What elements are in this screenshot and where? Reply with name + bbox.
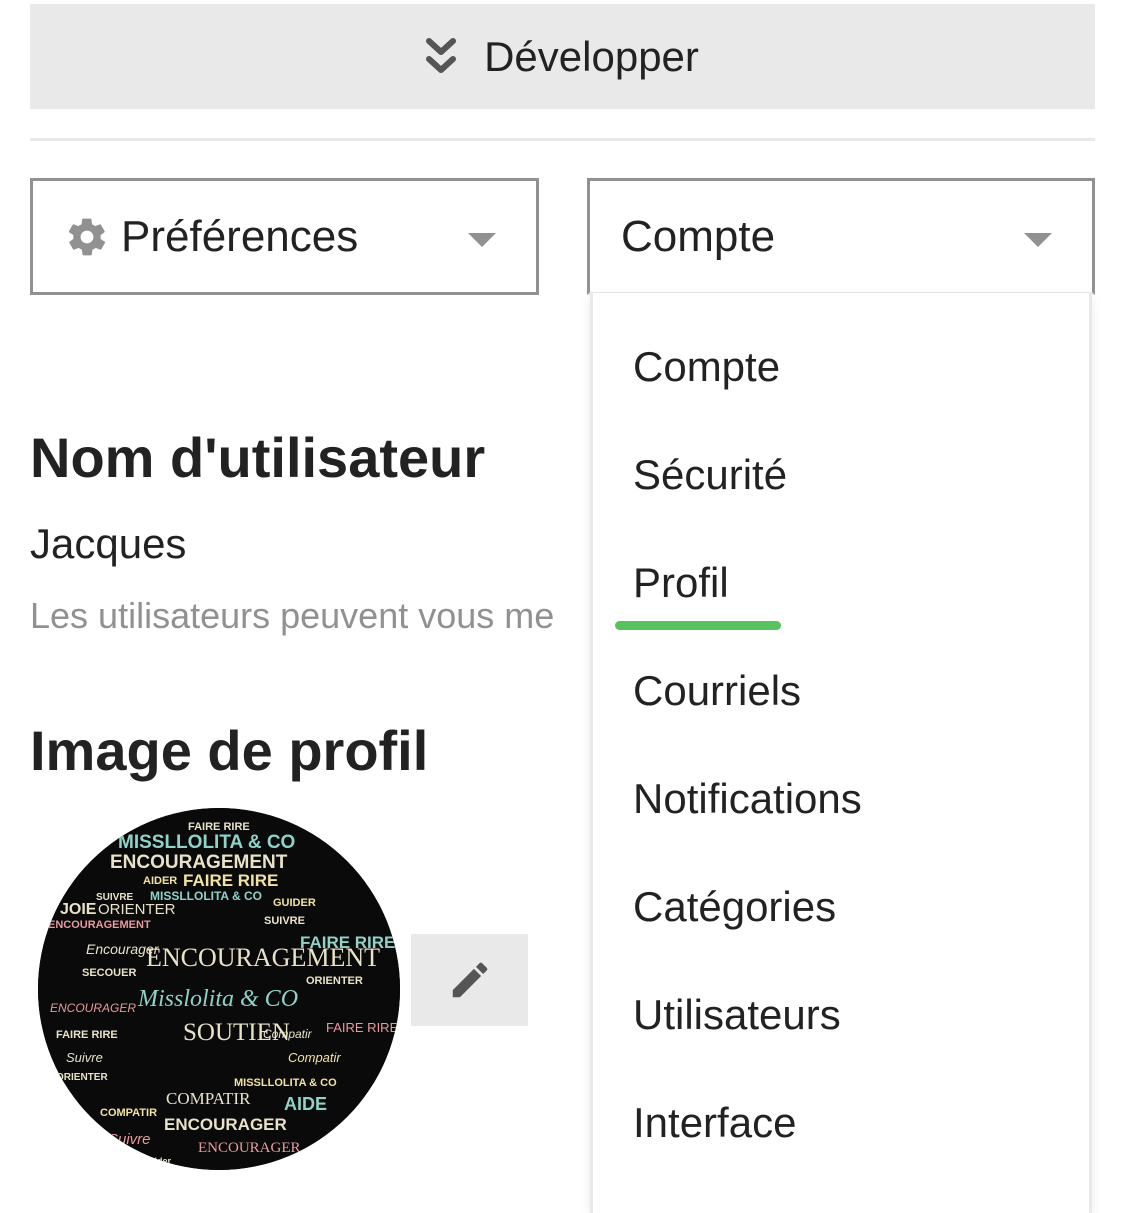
menu-item-categories[interactable]: Catégories: [633, 883, 836, 931]
menu-item-account[interactable]: Compte: [633, 343, 780, 391]
avatar-word: ENCOURAGER: [198, 1140, 301, 1156]
menu-item-interface[interactable]: Interface: [633, 1099, 796, 1147]
avatar: FAIRE RIRE MISSLLOLITA & CO ENCOURAGEMEN…: [38, 808, 400, 1170]
menu-item-users[interactable]: Utilisateurs: [633, 991, 841, 1039]
avatar-word: GUIDER: [273, 897, 316, 909]
username-description: Les utilisateurs peuvent vous me: [30, 595, 555, 636]
avatar-word: ORIENTER: [306, 975, 363, 987]
avatar-word: ORIENTER: [98, 901, 176, 918]
avatar-word: SUIVRE: [264, 915, 305, 927]
avatar-word: COMPATIR: [166, 1089, 251, 1108]
avatar-word: AIDE: [284, 1094, 327, 1114]
avatar-word: Suivre: [66, 1050, 103, 1065]
pencil-icon: [452, 962, 487, 998]
avatar-word: Encourager: [86, 941, 160, 957]
preferences-select[interactable]: Préférences: [30, 178, 539, 295]
avatar-word: Compatir: [288, 1050, 341, 1065]
menu-item-profile[interactable]: Profil: [633, 559, 729, 607]
caret-down-icon: [1024, 233, 1052, 247]
caret-down-icon: [468, 233, 496, 247]
avatar-word: MISSLLOLITA & CO: [118, 832, 295, 853]
avatar-word: MISSLLOLITA & CO: [234, 1077, 337, 1089]
menu-item-notifications[interactable]: Notifications: [633, 775, 862, 823]
double-chevron-down-icon: [426, 37, 457, 73]
divider: [30, 138, 1095, 141]
avatar-word: Aider: [148, 1156, 172, 1166]
menu-item-security[interactable]: Sécurité: [633, 451, 787, 499]
avatar-word: JOIE: [60, 901, 97, 918]
account-dropdown-menu: Compte Sécurité Profil Courriels Notific…: [590, 293, 1092, 1213]
profile-image-heading: Image de profil: [30, 719, 429, 782]
avatar-word: ENCOURAGEMENT: [48, 919, 151, 931]
expand-label: Développer: [484, 32, 699, 80]
avatar-word: Misslolita & CO: [137, 986, 298, 1012]
avatar-word: AIDER: [143, 875, 177, 887]
edit-avatar-button[interactable]: [411, 934, 528, 1026]
avatar-word: SECOUER: [82, 967, 136, 979]
avatar-word: FAIRE RIRE: [183, 871, 278, 890]
preferences-label: Préférences: [121, 211, 359, 261]
gear-icon: [65, 215, 109, 259]
avatar-word: FAIRE RIRE: [326, 1020, 399, 1035]
avatar-word: FAIRE RIRE: [300, 933, 395, 952]
expand-button[interactable]: Développer: [30, 4, 1095, 109]
avatar-word-cloud: FAIRE RIRE MISSLLOLITA & CO ENCOURAGEMEN…: [38, 808, 400, 1170]
active-item-indicator: [615, 621, 781, 630]
menu-item-emails[interactable]: Courriels: [633, 667, 801, 715]
avatar-word: ENCOURAGER: [164, 1115, 287, 1134]
username-heading: Nom d'utilisateur: [30, 426, 486, 489]
account-select[interactable]: Compte: [587, 178, 1095, 295]
avatar-word: ENCOURAGER: [50, 1001, 136, 1015]
avatar-word: COMPATIR: [100, 1107, 157, 1119]
avatar-word: FAIRE RIRE: [56, 1029, 118, 1041]
avatar-word: ENCOURAGEMENT: [110, 852, 288, 873]
account-select-label: Compte: [621, 211, 776, 261]
avatar-word: Compatir: [263, 1027, 313, 1041]
username-value: Jacques: [30, 520, 187, 567]
avatar-word: ORIENTER: [56, 1072, 108, 1083]
avatar-word: Suivre: [108, 1131, 151, 1148]
